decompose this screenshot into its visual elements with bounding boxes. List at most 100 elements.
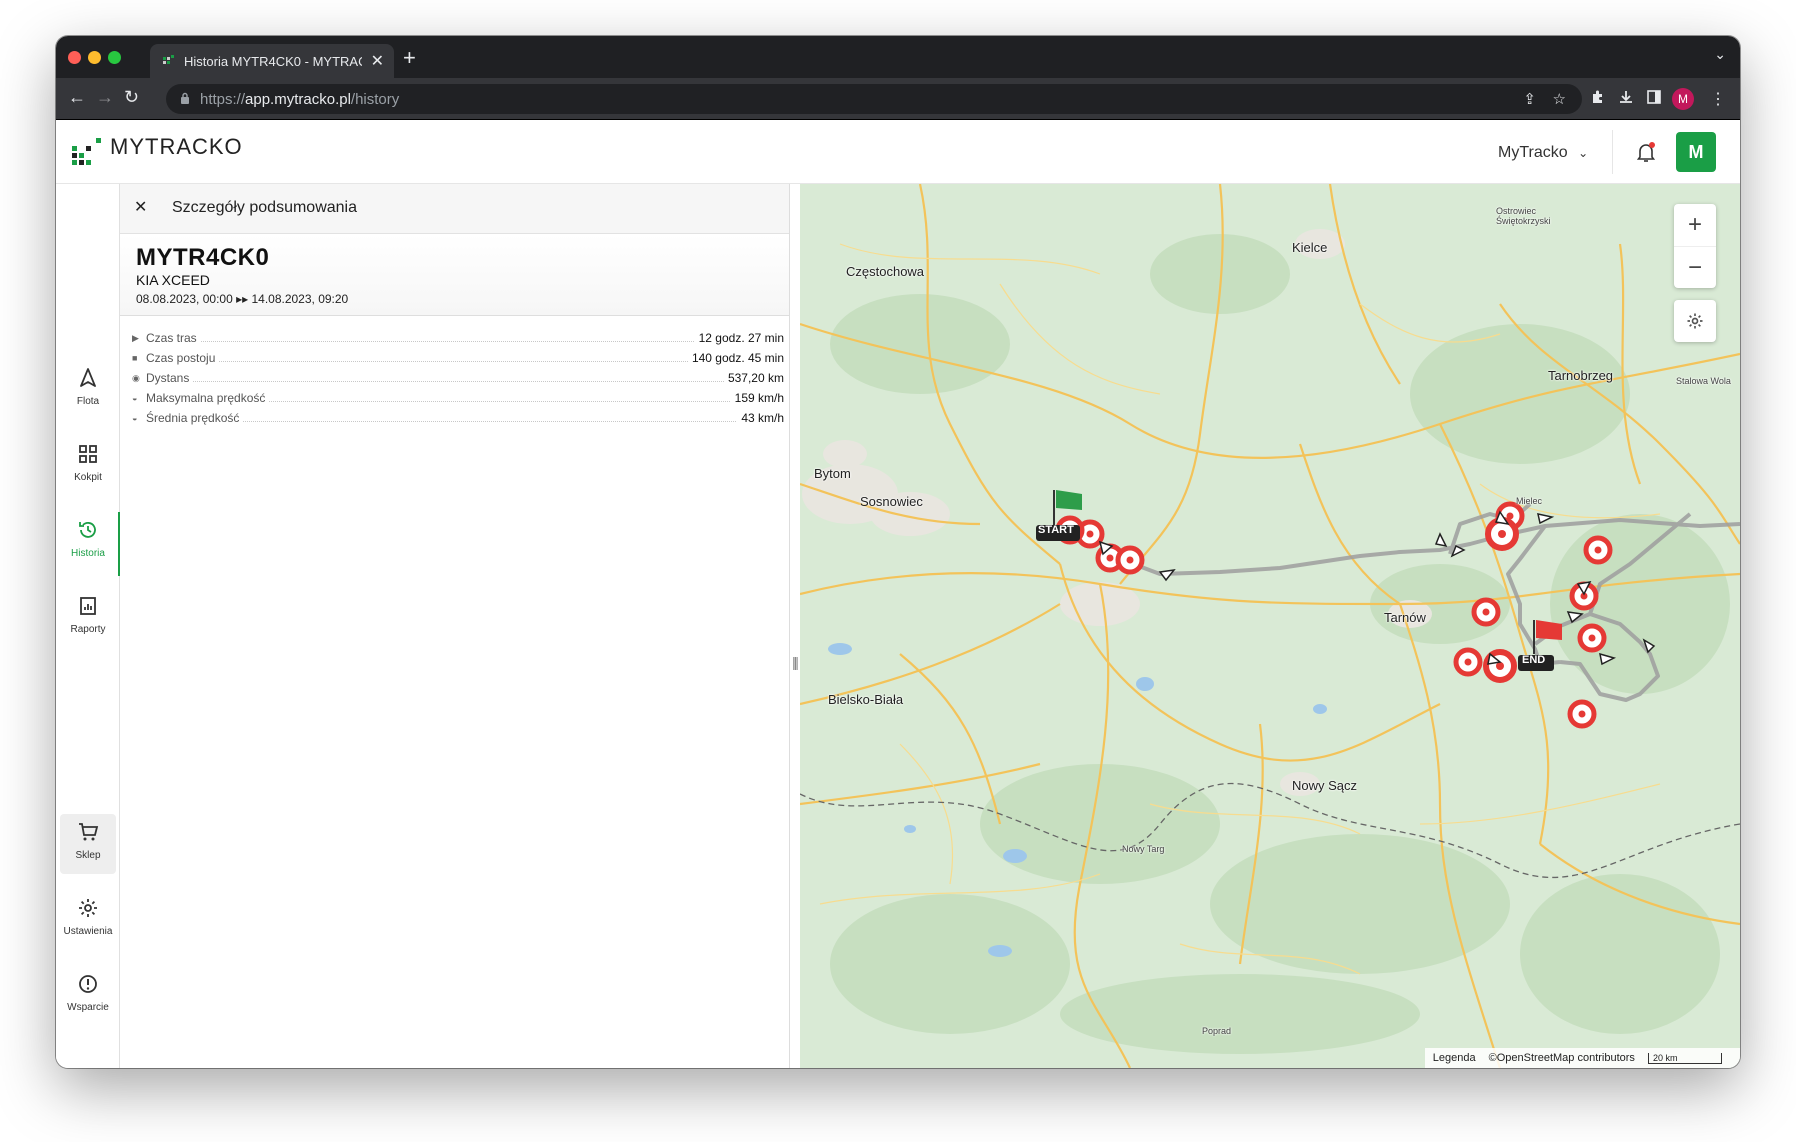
mytracko-logo-icon[interactable] [72, 138, 112, 173]
panel-header: ✕ Szczegóły podsumowania [120, 184, 789, 234]
sidebar-item-label: Kokpit [74, 472, 102, 483]
info-icon [79, 975, 97, 993]
reload-icon[interactable]: ↻ [124, 87, 139, 108]
sidebar-nav: Flota Kokpit Historia Raporty Sklep Usta… [56, 184, 120, 1068]
tab-title: Historia MYTR4CK0 - MYTRACKO [184, 54, 362, 69]
minimize-window-button[interactable] [88, 51, 101, 64]
city-label: Tarnów [1384, 610, 1426, 625]
map-settings-button[interactable] [1674, 300, 1716, 342]
extensions-puzzle-icon[interactable] [1590, 89, 1606, 110]
sidebar-item-sklep[interactable]: Sklep [60, 814, 116, 874]
user-avatar[interactable]: M [1676, 132, 1716, 172]
zoom-in-button[interactable]: + [1674, 204, 1716, 246]
leader-line [146, 341, 784, 342]
stat-value: 140 godz. 45 min [687, 351, 784, 365]
stop-icon: ■ [132, 353, 138, 363]
url-text: https://app.mytracko.pl/history [200, 91, 400, 108]
browser-profile-avatar[interactable]: M [1672, 88, 1694, 110]
stat-value: 537,20 km [723, 371, 784, 385]
account-switcher[interactable]: MyTracko ⌄ [1498, 144, 1588, 162]
history-icon [79, 522, 96, 538]
browser-window: Historia MYTR4CK0 - MYTRACKO ✕ + ⌄ ← → ↻… [56, 36, 1740, 1068]
cart-icon [79, 823, 99, 841]
zoom-out-button[interactable]: − [1674, 246, 1716, 288]
city-label: Nowy Sącz [1292, 778, 1358, 793]
place-label: Poprad [1202, 1026, 1232, 1036]
close-window-button[interactable] [68, 51, 81, 64]
place-label: Ostrowiec Świętokrzyski [1496, 206, 1551, 226]
start-label: START [1038, 524, 1074, 536]
side-panel-icon[interactable] [1646, 89, 1662, 110]
dashboard-grid-icon [79, 445, 97, 463]
sidebar-item-raporty[interactable]: Raporty [56, 588, 120, 652]
stat-row: ◉ Dystans 537,20 km [132, 368, 784, 388]
sidebar-item-historia[interactable]: Historia [56, 512, 120, 576]
stat-row: ◒ Średnia prędkość 43 km/h [132, 408, 784, 428]
stat-label: Dystans [146, 371, 194, 385]
stat-row: ■ Czas postoju 140 godz. 45 min [132, 348, 784, 368]
back-arrow-icon[interactable]: ← [68, 87, 86, 108]
panel-resize-handle[interactable]: ||| [790, 184, 800, 1068]
leader-line [146, 381, 784, 382]
browser-toolbar: ← → ↻ https://app.mytracko.pl/history ⇪ … [56, 78, 1740, 120]
download-icon[interactable] [1618, 89, 1634, 110]
stat-row: ▶ Czas tras 12 godz. 27 min [132, 328, 784, 348]
stat-label: Maksymalna prędkość [146, 391, 270, 405]
tab-search-chevron-icon[interactable]: ⌄ [1714, 46, 1726, 63]
map-view[interactable]: START END Kielce Częstochowa Tarnobrzeg … [800, 184, 1740, 1068]
vehicle-model: KIA XCEED [136, 272, 210, 288]
place-label: Stalowa Wola [1676, 376, 1731, 386]
summary-panel: ✕ Szczegóły podsumowania MYTR4CK0 KIA XC… [120, 184, 790, 1068]
date-range: 08.08.2023, 00:00 ▸▸ 14.08.2023, 09:20 [136, 292, 349, 306]
navigation-arrow-icon [80, 368, 96, 387]
sidebar-item-label: Wsparcie [67, 1002, 109, 1013]
city-label: Sosnowiec [860, 494, 923, 509]
stat-label: Czas postoju [146, 351, 220, 365]
zoom-window-button[interactable] [108, 51, 121, 64]
stat-label: Czas tras [146, 331, 201, 345]
stat-row: ◒ Maksymalna prędkość 159 km/h [132, 388, 784, 408]
stop-markers[interactable] [1055, 501, 1613, 729]
sidebar-item-label: Sklep [75, 850, 101, 861]
browser-menu-dots-icon[interactable]: ⋮ [1710, 89, 1726, 109]
distance-icon: ◉ [132, 373, 140, 383]
app-header: MYTRACKO MyTracko ⌄ M [56, 120, 1740, 184]
notification-bell-icon[interactable] [1634, 140, 1658, 164]
report-icon [80, 597, 96, 615]
zoom-controls: + − [1674, 204, 1716, 288]
address-bar[interactable]: https://app.mytracko.pl/history ⇪ ☆ [166, 84, 1582, 114]
sidebar-item-flota[interactable]: Flota [56, 360, 120, 424]
lock-icon [180, 91, 190, 108]
place-label: Mielec [1516, 496, 1543, 506]
sidebar-item-wsparcie[interactable]: Wsparcie [56, 966, 120, 1030]
bookmark-star-icon[interactable]: ☆ [1553, 90, 1566, 108]
sidebar-item-label: Ustawienia [63, 926, 113, 937]
browser-tab[interactable]: Historia MYTR4CK0 - MYTRACKO ✕ [150, 44, 394, 78]
map-canvas[interactable] [800, 184, 1740, 1068]
sidebar-item-kokpit[interactable]: Kokpit [56, 436, 120, 500]
play-icon: ▶ [132, 333, 139, 343]
osm-attribution[interactable]: ©OpenStreetMap contributors [1489, 1052, 1635, 1064]
place-label: Nowy Targ [1122, 844, 1165, 854]
stat-value: 12 godz. 27 min [694, 331, 784, 345]
tab-close-icon[interactable]: ✕ [371, 51, 384, 71]
new-tab-button[interactable]: + [403, 45, 416, 71]
close-icon[interactable]: ✕ [134, 197, 147, 217]
scale-bar: 20 km [1648, 1053, 1722, 1064]
app-logo-text[interactable]: MYTRACKO [110, 134, 243, 160]
vehicle-summary: MYTR4CK0 KIA XCEED 08.08.2023, 00:00 ▸▸ … [120, 234, 789, 316]
gear-icon [79, 899, 97, 917]
legend-link[interactable]: Legenda [1433, 1052, 1476, 1064]
share-icon[interactable]: ⇪ [1523, 90, 1536, 108]
vehicle-name: MYTR4CK0 [136, 244, 270, 271]
chevron-down-icon: ⌄ [1578, 146, 1589, 160]
sidebar-item-label: Flota [76, 396, 100, 407]
sidebar-item-label: Raporty [70, 624, 106, 635]
gear-icon [1687, 313, 1703, 329]
speedometer-icon: ◒ [132, 413, 138, 423]
sidebar-item-ustawienia[interactable]: Ustawienia [56, 890, 120, 954]
city-label: Kielce [1292, 240, 1328, 255]
map-attribution: Legenda ©OpenStreetMap contributors 20 k… [1424, 1048, 1740, 1068]
header-divider [1612, 130, 1613, 174]
forward-arrow-icon[interactable]: → [96, 87, 114, 108]
